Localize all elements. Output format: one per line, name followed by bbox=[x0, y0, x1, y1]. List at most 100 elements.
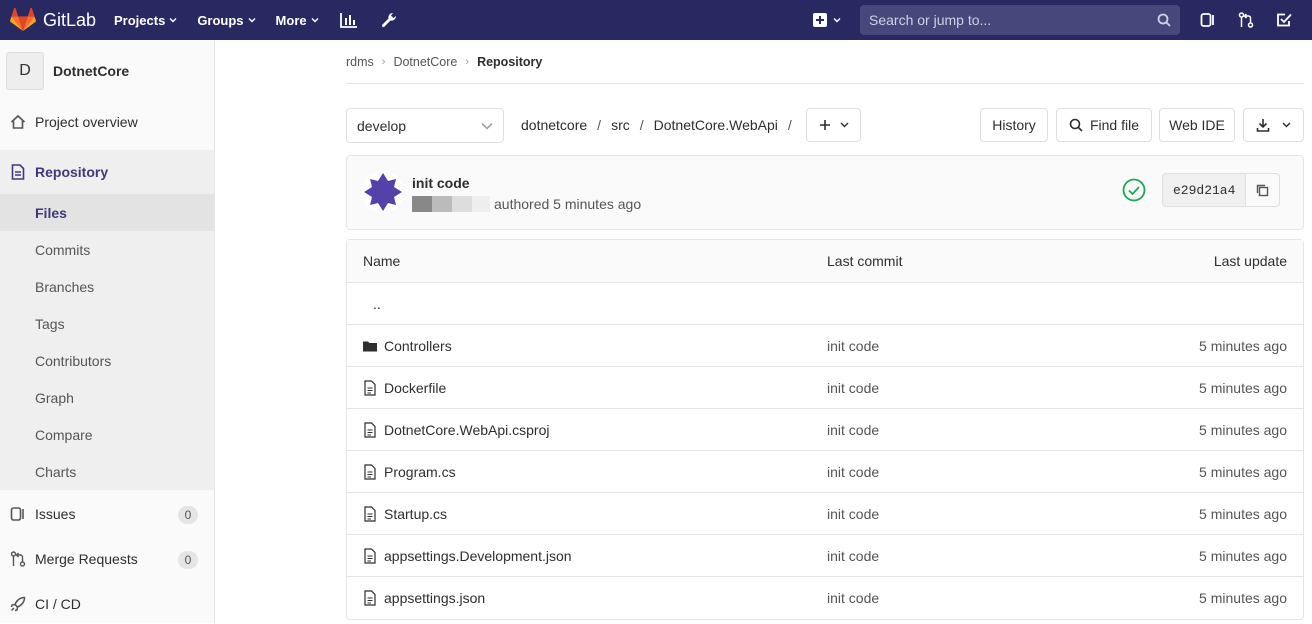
commit-sha-group: e29d21a4 bbox=[1162, 173, 1281, 207]
file-name-cell[interactable]: appsettings.json bbox=[347, 590, 827, 606]
last-commit-cell[interactable]: init code bbox=[827, 464, 1107, 480]
file-name[interactable]: appsettings.json bbox=[384, 590, 485, 606]
chevron-down-icon bbox=[481, 122, 493, 130]
file-name-cell[interactable]: Program.cs bbox=[347, 464, 827, 480]
last-commit-cell[interactable]: init code bbox=[827, 422, 1107, 438]
file-name[interactable]: Program.cs bbox=[384, 464, 456, 480]
search-input[interactable]: Search or jump to... bbox=[860, 5, 1180, 35]
sidebar-subitem-contributors[interactable]: Contributors bbox=[0, 342, 214, 379]
author-name-redacted bbox=[412, 196, 490, 212]
file-name-cell[interactable]: DotnetCore.WebApi.csproj bbox=[347, 422, 827, 438]
copy-icon bbox=[1257, 184, 1269, 196]
pipeline-passed-icon[interactable] bbox=[1122, 178, 1146, 202]
breadcrumb: rdms › DotnetCore › Repository bbox=[346, 40, 1304, 84]
merge-requests-icon[interactable] bbox=[1236, 10, 1256, 30]
header-last-update: Last update bbox=[1213, 253, 1287, 269]
sidebar-subitem-commits[interactable]: Commits bbox=[0, 231, 214, 268]
path-segment[interactable]: DotnetCore.WebApi bbox=[654, 117, 778, 133]
branch-selector[interactable]: develop bbox=[346, 108, 504, 143]
path-segment[interactable]: dotnetcore bbox=[521, 117, 587, 133]
gitlab-home-link[interactable]: GitLab bbox=[10, 8, 114, 32]
project-avatar: D bbox=[6, 52, 44, 90]
header-name: Name bbox=[363, 253, 401, 269]
table-row[interactable]: appsettings.Development.json init code 5 m… bbox=[347, 535, 1303, 577]
table-row[interactable]: appsettings.json init code 5 minutes ago bbox=[347, 577, 1303, 619]
repository-submenu: Files Commits Branches Tags Contributors… bbox=[0, 194, 214, 490]
file-name-cell[interactable]: appsettings.Development.json bbox=[347, 548, 827, 564]
copy-sha-button[interactable] bbox=[1245, 174, 1280, 206]
parent-directory-link[interactable]: .. bbox=[347, 296, 827, 312]
sidebar-item-issues[interactable]: Issues 0 bbox=[0, 494, 214, 534]
nav-projects[interactable]: Projects bbox=[114, 13, 177, 28]
nav-more-label: More bbox=[275, 12, 307, 28]
find-file-label: Find file bbox=[1089, 117, 1140, 133]
commit-sha[interactable]: e29d21a4 bbox=[1163, 174, 1245, 206]
add-to-tree-dropdown[interactable] bbox=[806, 108, 861, 142]
file-name[interactable]: Startup.cs bbox=[384, 506, 447, 522]
sidebar-item-ci-cd[interactable]: CI / CD bbox=[0, 584, 214, 624]
issues-icon bbox=[10, 506, 26, 522]
sidebar-subitem-charts[interactable]: Charts bbox=[0, 453, 214, 490]
sidebar-subitem-tags[interactable]: Tags bbox=[0, 305, 214, 342]
last-update-cell: 5 minutes ago bbox=[1199, 421, 1287, 438]
file-name[interactable]: appsettings.Development.json bbox=[384, 548, 572, 564]
sidebar-subitem-files[interactable]: Files bbox=[0, 194, 214, 231]
sidebar-subitem-compare[interactable]: Compare bbox=[0, 416, 214, 453]
merge-request-icon bbox=[10, 551, 26, 567]
user-avatar[interactable] bbox=[362, 171, 404, 213]
activity-chart-icon[interactable] bbox=[339, 10, 359, 30]
download-dropdown[interactable] bbox=[1243, 108, 1304, 142]
sidebar-subitem-branches[interactable]: Branches bbox=[0, 268, 214, 305]
issues-count-badge: 0 bbox=[178, 506, 198, 524]
history-button[interactable]: History bbox=[980, 108, 1048, 142]
commit-authored-time: authored 5 minutes ago bbox=[494, 196, 642, 212]
admin-wrench-icon[interactable] bbox=[379, 10, 399, 30]
last-commit-cell[interactable]: init code bbox=[827, 506, 1107, 522]
table-row[interactable]: Dockerfile init code 5 minutes ago bbox=[347, 367, 1303, 409]
last-commit-cell[interactable]: init code bbox=[827, 548, 1107, 564]
path-segment[interactable]: src bbox=[611, 117, 630, 133]
last-commit-cell[interactable]: init code bbox=[827, 380, 1107, 396]
project-header[interactable]: D DotnetCore bbox=[0, 40, 214, 102]
file-name[interactable]: Dockerfile bbox=[384, 380, 446, 396]
file-name[interactable]: Controllers bbox=[384, 338, 452, 354]
breadcrumb-project[interactable]: DotnetCore bbox=[393, 55, 457, 69]
find-file-button[interactable]: Find file bbox=[1056, 108, 1152, 142]
last-commit-panel: init code authored 5 minutes ago e29d21a… bbox=[346, 155, 1304, 230]
nav-groups[interactable]: Groups bbox=[197, 13, 256, 28]
issues-icon[interactable] bbox=[1198, 10, 1218, 30]
file-name-cell[interactable]: Startup.cs bbox=[347, 506, 827, 522]
last-update-cell: 5 minutes ago bbox=[1199, 379, 1287, 396]
table-row[interactable]: DotnetCore.WebApi.csproj init code 5 minut… bbox=[347, 409, 1303, 451]
chevron-down-icon bbox=[248, 18, 256, 23]
document-icon bbox=[10, 164, 26, 180]
chevron-down-icon bbox=[169, 18, 177, 23]
file-tree-table: Name Last commit Last update .. Controll… bbox=[346, 239, 1304, 620]
web-ide-button[interactable]: Web IDE bbox=[1159, 108, 1235, 142]
sidebar-item-merge-requests[interactable]: Merge Requests 0 bbox=[0, 539, 214, 579]
breadcrumb-group[interactable]: rdms bbox=[346, 55, 374, 69]
commit-title[interactable]: init code bbox=[412, 175, 470, 191]
header-last-commit: Last commit bbox=[827, 253, 903, 269]
table-row[interactable]: Startup.cs init code 5 minutes ago bbox=[347, 493, 1303, 535]
file-name-cell[interactable]: Dockerfile bbox=[347, 380, 827, 396]
sidebar-item-repository[interactable]: Repository bbox=[0, 150, 214, 194]
table-row[interactable]: Program.cs init code 5 minutes ago bbox=[347, 451, 1303, 493]
last-commit-cell[interactable]: init code bbox=[827, 590, 1107, 606]
repo-toolbar: develop dotnetcore / src / DotnetCore.We… bbox=[346, 84, 1304, 158]
table-row[interactable]: Controllers init code 5 minutes ago bbox=[347, 325, 1303, 367]
nav-more[interactable]: More bbox=[276, 13, 319, 28]
sidebar-subitem-graph[interactable]: Graph bbox=[0, 379, 214, 416]
parent-directory-row[interactable]: .. bbox=[347, 283, 1303, 325]
search-icon bbox=[1157, 13, 1171, 27]
breadcrumb-current[interactable]: Repository bbox=[477, 55, 542, 69]
chevron-right-icon: › bbox=[381, 55, 386, 68]
file-name[interactable]: DotnetCore.WebApi.csproj bbox=[384, 422, 549, 438]
last-update-cell: 5 minutes ago bbox=[1199, 547, 1287, 564]
sidebar-item-project-overview[interactable]: Project overview bbox=[0, 102, 214, 142]
home-icon bbox=[10, 114, 26, 130]
todos-icon[interactable] bbox=[1274, 10, 1294, 30]
file-name-cell[interactable]: Controllers bbox=[347, 338, 827, 354]
last-commit-cell[interactable]: init code bbox=[827, 338, 1107, 354]
new-item-dropdown[interactable] bbox=[813, 13, 842, 27]
